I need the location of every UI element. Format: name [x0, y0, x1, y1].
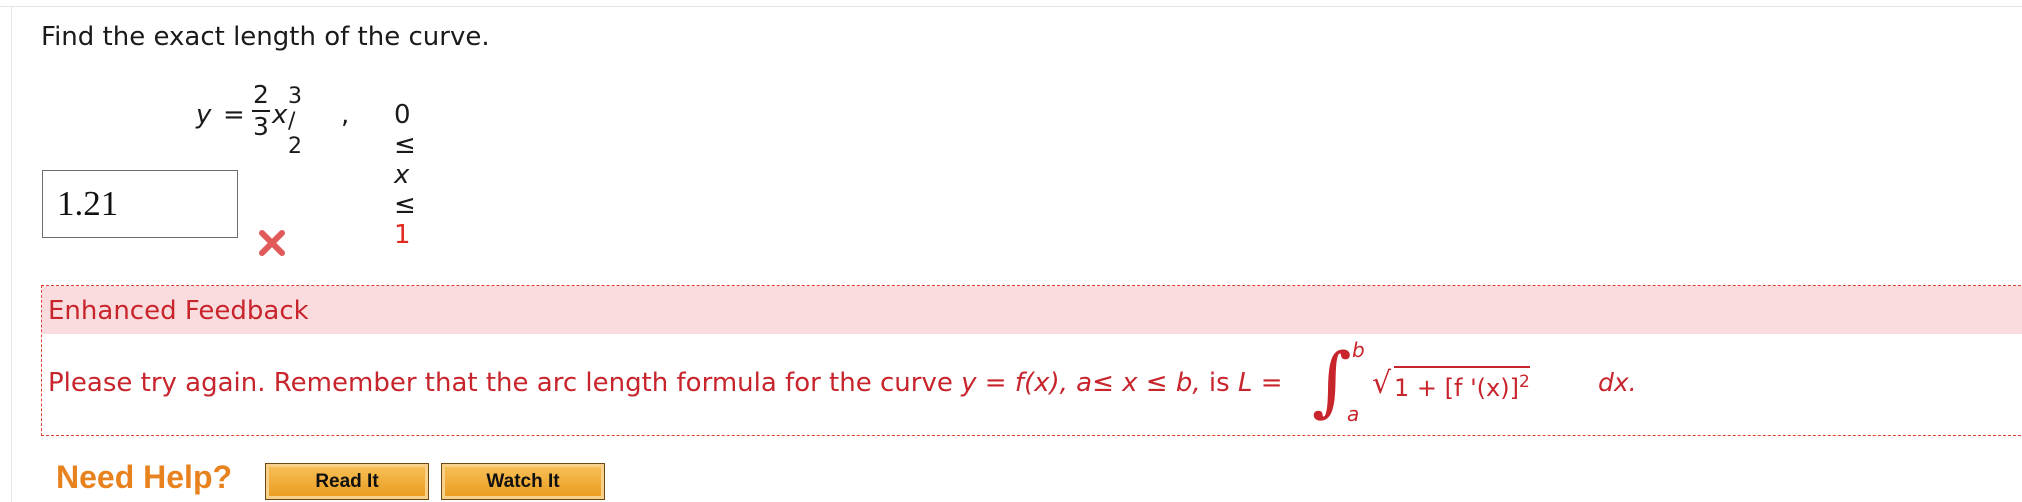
- formula-exponent: 3 / 2: [288, 84, 302, 159]
- integral-radicand: 1 + [f '(x)]2: [1394, 366, 1530, 402]
- formula-fraction: 2 3: [250, 80, 272, 142]
- domain-variable: x: [394, 160, 410, 190]
- fraction-denominator: 3: [253, 112, 269, 141]
- radicand-exponent: 2: [1518, 372, 1530, 392]
- feedback-L: L: [1237, 368, 1253, 398]
- arc-length-integral: ∫ b a √ 1 + [f '(x)]2 dx.: [1310, 336, 1650, 431]
- formula-variable: x: [272, 100, 288, 130]
- question-prompt: Find the exact length of the curve.: [41, 22, 490, 52]
- domain-upper: 1: [394, 220, 411, 250]
- feedback-text-before: Please try again. Remember that the arc …: [48, 368, 962, 398]
- enhanced-feedback-panel: Enhanced Feedback Please try again. Reme…: [41, 285, 2022, 436]
- read-it-button[interactable]: Read It: [265, 463, 429, 500]
- feedback-header: Enhanced Feedback: [42, 286, 2022, 334]
- feedback-title: Enhanced Feedback: [48, 296, 309, 326]
- top-divider: [0, 6, 2022, 7]
- left-divider: [11, 6, 12, 502]
- radicand-text: 1 + [f '(x)]: [1394, 374, 1519, 402]
- feedback-eq: =: [1252, 368, 1283, 398]
- formula-domain: 0 ≤ x ≤ 1: [394, 100, 416, 250]
- incorrect-x-icon: [259, 230, 285, 256]
- formula-comma: ,: [341, 100, 350, 130]
- integral-dx: dx.: [1598, 368, 1637, 397]
- domain-le: ≤: [394, 190, 416, 220]
- need-help-label: Need Help?: [56, 459, 233, 495]
- answer-input[interactable]: [42, 170, 238, 238]
- sqrt-icon: √: [1372, 366, 1392, 401]
- feedback-message: Please try again. Remember that the arc …: [48, 368, 1283, 398]
- fraction-numerator: 2: [253, 80, 269, 109]
- watch-it-button[interactable]: Watch It: [441, 463, 605, 500]
- integral-upper-bound: b: [1352, 338, 1365, 362]
- integral-lower-bound: a: [1347, 402, 1360, 426]
- formula-lhs: y: [196, 100, 212, 130]
- domain-lower: 0 ≤: [394, 100, 416, 160]
- integral-sign-icon: ∫: [1312, 336, 1352, 425]
- feedback-text-is: is: [1200, 368, 1238, 398]
- formula-equals: =: [223, 100, 245, 130]
- feedback-curve: y = f(x), a≤ x ≤ b,: [961, 368, 1201, 398]
